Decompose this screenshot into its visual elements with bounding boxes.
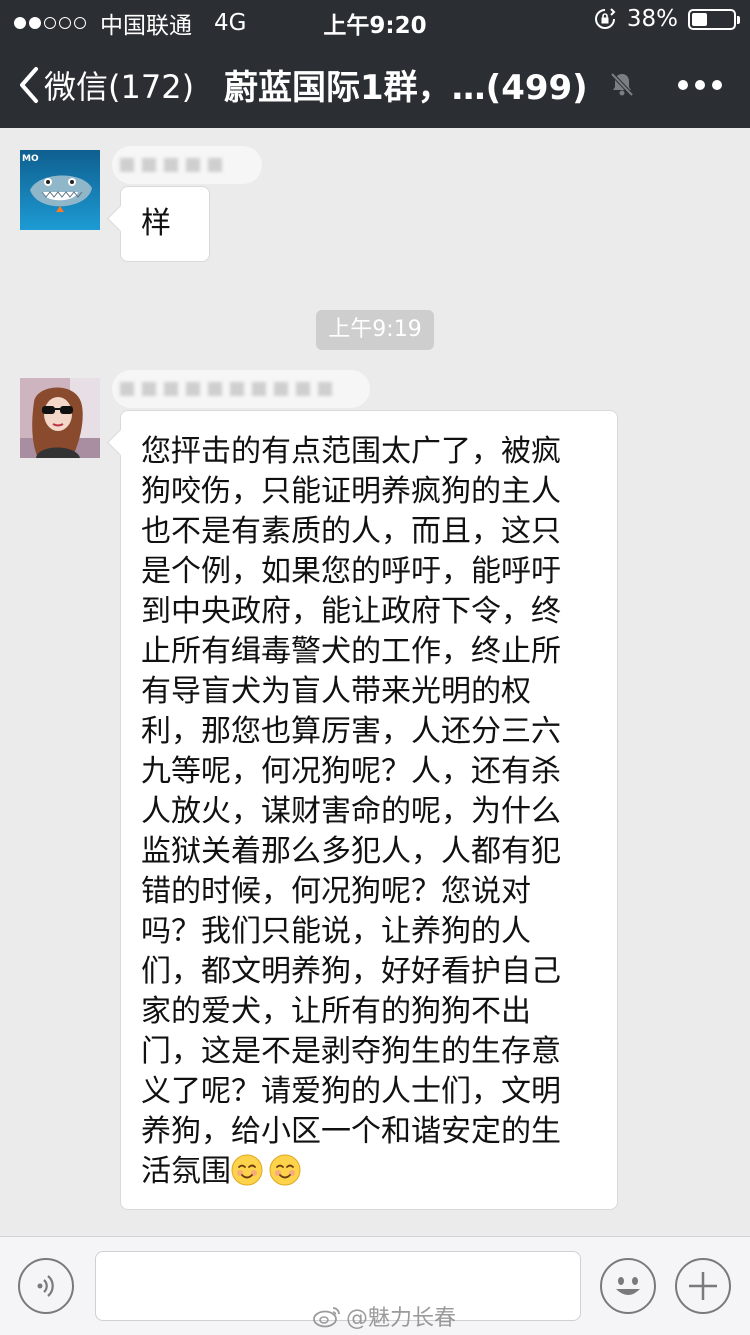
message-line: 们，都文明养狗，好好看护自己 [141, 954, 561, 989]
message-bubble[interactable]: 您抨击的有点范围太广了，被疯 狗咬伤，只能证明养疯狗的主人 也不是有素质的人，而… [120, 410, 618, 1210]
message-line: 活氛围 [141, 1154, 231, 1189]
blush-emoji-icon [231, 1154, 263, 1186]
blush-emoji-icon [269, 1154, 301, 1186]
chevron-left-icon [20, 67, 38, 103]
blur-block [142, 158, 156, 172]
message-line: 错的时候，何况狗呢？您说对 [141, 874, 531, 909]
top-bar: 中国联通 4G 上午9:20 38% 微信(172) 蔚蓝国际1群，…(499) [0, 0, 750, 128]
more-dot [678, 80, 688, 90]
blur-block [208, 382, 222, 396]
chat-timestamp: 上午9:19 [316, 310, 434, 350]
voice-icon [37, 1275, 54, 1297]
back-label: 微信(172) [44, 68, 195, 106]
watermark-text: @魅力长春 [346, 1306, 457, 1331]
message-line: 到中央政府，能让政府下令，终 [141, 594, 561, 629]
sender-name-blurred [112, 146, 262, 184]
shark-avatar-image: MO [20, 150, 100, 230]
message-line: 也不是有素质的人，而且，这只 [141, 514, 561, 549]
blur-block [318, 382, 332, 396]
sender-name-blurred [112, 370, 370, 408]
woman-avatar-image [20, 378, 100, 458]
blur-block [186, 382, 200, 396]
blur-block [164, 382, 178, 396]
voice-button[interactable] [18, 1258, 74, 1314]
chat-title: 蔚蓝国际1群，…(499) [224, 68, 588, 108]
navigation-bar: 微信(172) 蔚蓝国际1群，…(499) [0, 40, 750, 128]
back-button[interactable]: 微信(172) [18, 62, 194, 108]
emoji-group [231, 1154, 307, 1189]
avatar-woman[interactable] [20, 378, 100, 458]
blur-block [208, 158, 222, 172]
blur-block [120, 158, 134, 172]
message-line: 吗？我们只能说，让养狗的人 [141, 914, 531, 949]
message-line: 有导盲犬为盲人带来光明的权 [141, 674, 531, 709]
blur-block [142, 382, 156, 396]
plus-icon [689, 1272, 717, 1300]
message-line: 门，这是不是剥夺狗生的生存意 [141, 1034, 561, 1069]
message-line: 是个例，如果您的呼吁，能呼吁 [141, 554, 561, 589]
blur-block [230, 382, 244, 396]
weibo-watermark: @魅力长春 [312, 1300, 456, 1332]
message-line: 狗咬伤，只能证明养疯狗的主人 [141, 474, 561, 509]
message-line: 义了呢？请爱狗的人士们，文明 [141, 1074, 561, 1109]
weibo-logo-icon [313, 1307, 340, 1328]
battery-icon [688, 8, 740, 30]
message-line: 监狱关着那么多犯人，人都有犯 [141, 834, 561, 869]
message-bubble[interactable]: 样 [120, 186, 210, 262]
message-line: 止所有缉毒警犬的工作，终止所 [141, 634, 561, 669]
message-line: 人放火，谋财害命的呢，为什么 [141, 794, 561, 829]
plus-button[interactable] [675, 1258, 731, 1314]
message-line: 家的爱犬，让所有的狗狗不出 [141, 994, 531, 1029]
svg-text:MO: MO [22, 154, 39, 164]
blur-block [296, 382, 310, 396]
blur-block [186, 158, 200, 172]
emoji-button[interactable] [600, 1258, 656, 1314]
blur-block [252, 382, 266, 396]
message-line: 九等呢，何况狗呢？人，还有杀 [141, 754, 561, 789]
rotation-lock-icon [594, 8, 616, 29]
message-line: 您抨击的有点范围太广了，被疯 [141, 434, 561, 469]
message-text: 您抨击的有点范围太广了，被疯 狗咬伤，只能证明养疯狗的主人 也不是有素质的人，而… [141, 432, 617, 1192]
battery-fill [692, 12, 707, 26]
bell-slash-icon [610, 72, 634, 97]
status-bar: 中国联通 4G 上午9:20 38% [0, 0, 750, 40]
message-text: 样 [141, 206, 171, 241]
message-line: 养狗，给小区一个和谐安定的生 [141, 1114, 561, 1149]
message-line: 利，那您也算厉害，人还分三六 [141, 714, 561, 749]
more-dot [712, 80, 722, 90]
message-line-last: 活氛围 [141, 1152, 617, 1192]
blur-block [164, 158, 178, 172]
more-dot [695, 80, 705, 90]
blur-block [120, 382, 134, 396]
more-button[interactable] [678, 80, 722, 90]
avatar-shark[interactable]: MO [20, 150, 100, 230]
emoji-icon [616, 1277, 640, 1295]
battery-percent: 38% [626, 6, 678, 32]
blur-block [274, 382, 288, 396]
